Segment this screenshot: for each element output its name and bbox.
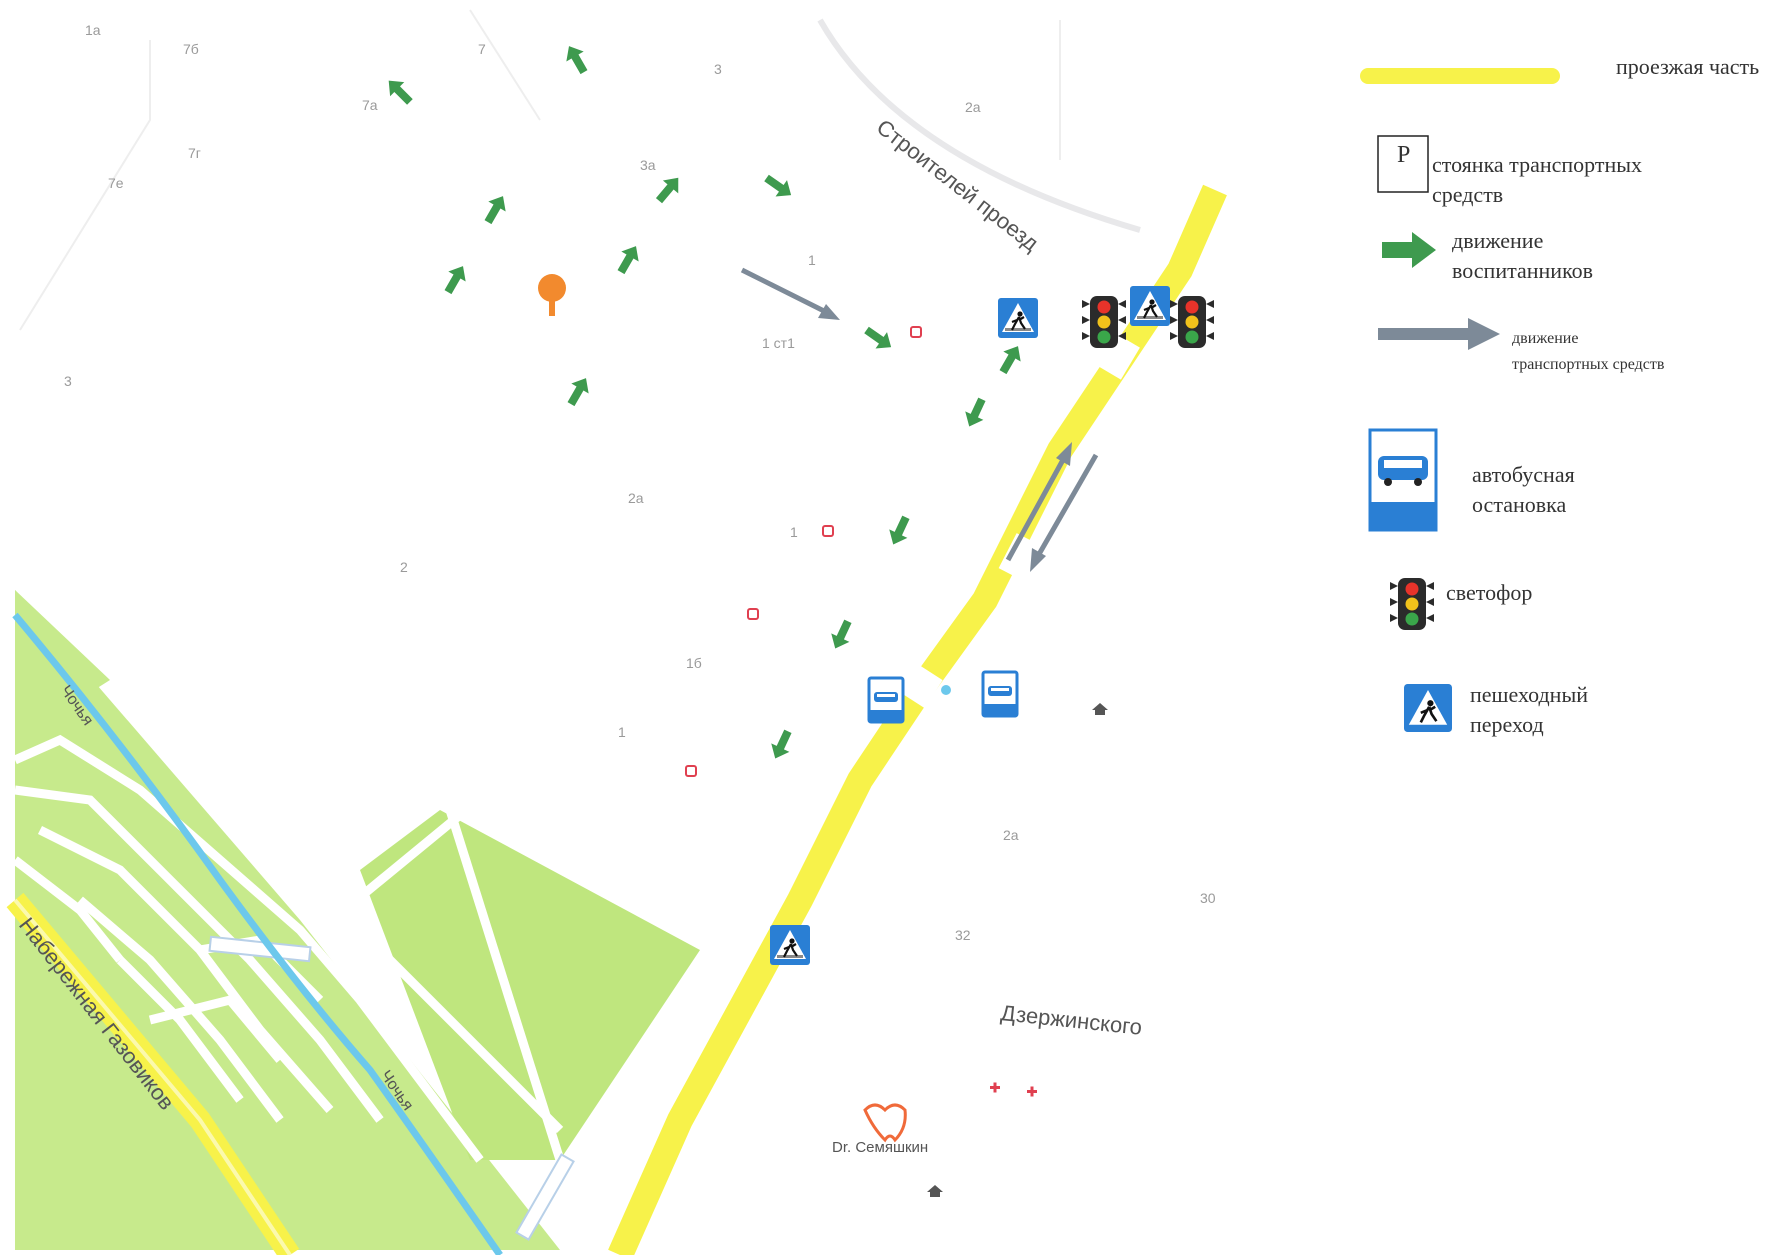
- crossing-sign-icon: [768, 923, 812, 967]
- house-number: 7: [478, 41, 486, 57]
- house-number: 2а: [1003, 827, 1019, 843]
- house-number: 32: [955, 927, 971, 943]
- house-number: 7б: [183, 41, 199, 57]
- legend-parking-line1: стоянка транспортных: [1432, 152, 1643, 177]
- house-number: 2а: [628, 490, 644, 506]
- bus-stop-sign-icon: [981, 670, 1019, 718]
- bus-marker-icon: [941, 685, 951, 695]
- house-number: 7а: [362, 97, 378, 113]
- house-number: 1б: [686, 655, 702, 671]
- house-number: 2: [400, 559, 408, 575]
- legend-vehicles-line2: транспортных средств: [1512, 356, 1665, 373]
- school-route-map: Чочья Чочья Набережная Газовиков Строите…: [0, 0, 1560, 1255]
- legend-pupil-arrow-icon: [1382, 232, 1436, 268]
- house-number: 1 ст1: [762, 335, 795, 351]
- legend-vehicle-arrow-icon: [1378, 318, 1500, 350]
- legend-roadway-label: проезжая часть: [1616, 54, 1760, 79]
- legend-traffic-light-icon: [1390, 578, 1434, 630]
- legend-bus-line1: автобусная: [1472, 462, 1575, 487]
- house-number: 7г: [188, 145, 201, 161]
- legend-parking-line2: средств: [1432, 182, 1504, 207]
- house-number: 1а: [85, 22, 101, 38]
- house-number: 3а: [640, 157, 656, 173]
- legend-bus-stop-icon: [1368, 428, 1438, 532]
- legend-pupils-line2: воспитанников: [1452, 258, 1594, 283]
- legend-crossing-line1: пешеходный: [1470, 682, 1589, 707]
- house-number: 2а: [965, 99, 981, 115]
- legend-bus-line2: остановка: [1472, 492, 1567, 517]
- house-number: 1: [790, 524, 798, 540]
- house-number: 30: [1200, 890, 1216, 906]
- dentist-label: Dr. Семяшкин: [832, 1139, 928, 1156]
- house-number: 7е: [108, 175, 124, 191]
- crossing-sign-icon: [1128, 284, 1172, 328]
- legend-traffic-light-label: светофор: [1446, 580, 1533, 605]
- legend-pupils-line1: движение: [1452, 228, 1544, 253]
- house-number: 1: [808, 252, 816, 268]
- legend-crossing-line2: переход: [1470, 712, 1544, 737]
- legend-parking-letter: P: [1397, 142, 1411, 168]
- legend-crossing-icon: [1404, 684, 1452, 732]
- legend-roadway-swatch: [1360, 68, 1560, 84]
- house-number: 1: [618, 724, 626, 740]
- house-number: 3: [64, 373, 72, 389]
- legend-vehicles-line1: движение: [1512, 330, 1579, 347]
- crossing-sign-icon: [996, 296, 1040, 340]
- bus-stop-sign-icon: [867, 676, 905, 724]
- house-number: 3: [714, 61, 722, 77]
